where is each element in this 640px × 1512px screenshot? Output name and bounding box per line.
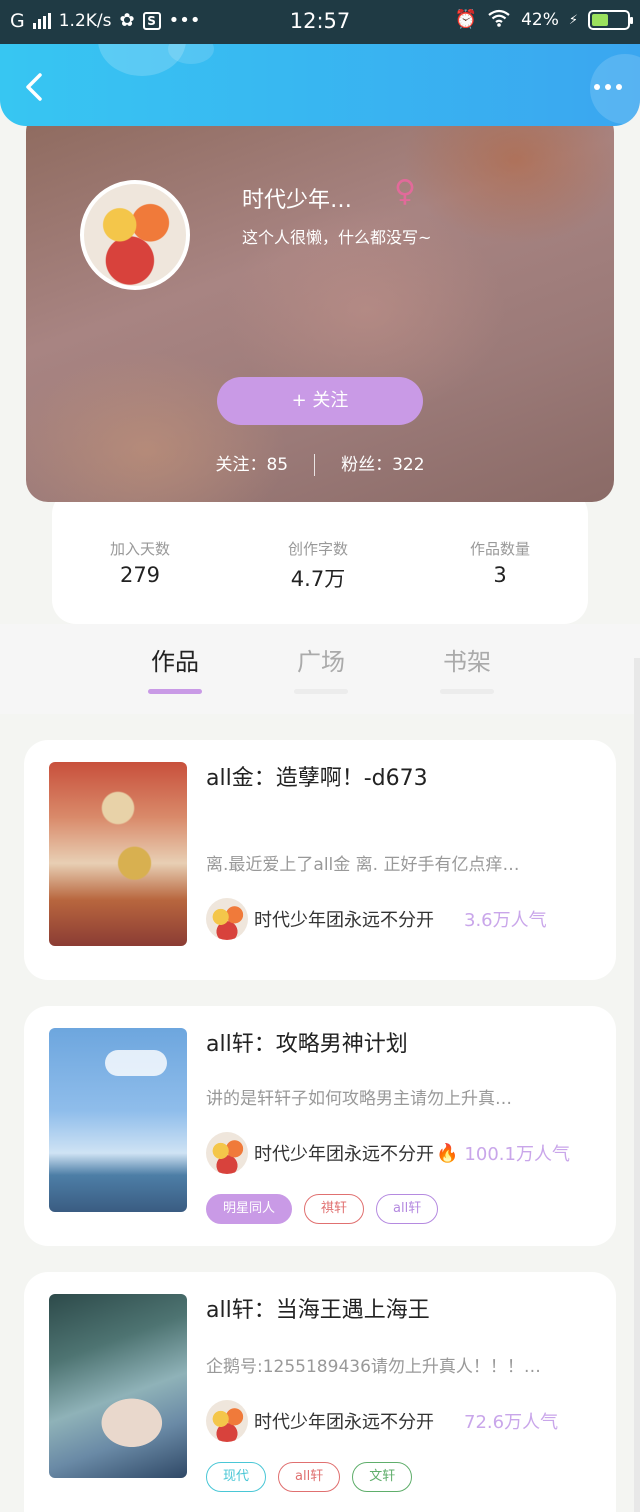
fans-label: 粉丝： [341, 455, 393, 475]
work-card[interactable]: all金：造孽啊！-d673 离.最近爱上了all金 离. 正好手有亿点痒… 时… [24, 740, 616, 980]
author-name: 时代少年团永远不分开 [254, 1412, 434, 1433]
stat-label: 加入天数 [109, 540, 170, 558]
work-description: 离.最近爱上了all金 离. 正好手有亿点痒… [206, 855, 520, 875]
tag[interactable]: all轩 [278, 1462, 341, 1492]
tab-indicator [148, 689, 202, 694]
stat-label: 作品数量 [469, 540, 530, 558]
author-name: 时代少年团永远不分开 [254, 910, 434, 931]
tag[interactable]: 现代 [206, 1462, 267, 1492]
charging-icon: ⚡ [568, 12, 578, 28]
bio-text: 这个人很懒，什么都没写~ [242, 228, 432, 247]
stat-word-count: 创作字数 4.7万 [258, 538, 378, 593]
battery-percent: 42% [521, 10, 559, 30]
popularity: 72.6万人气 [464, 1412, 559, 1433]
work-cover-image[interactable] [49, 762, 187, 946]
work-description: 企鹅号:1255189436请勿上升真人！！！… [206, 1357, 541, 1377]
following-label: 关注： [215, 455, 267, 475]
stat-label: 创作字数 [287, 540, 348, 558]
tab-works[interactable]: 作品 [140, 642, 210, 694]
author-row: 时代少年团永远不分开 72.6万人气 [206, 1400, 558, 1442]
divider [314, 454, 316, 476]
work-cover-image[interactable] [49, 1294, 187, 1478]
chevron-left-icon [26, 73, 42, 101]
tab-indicator [440, 689, 494, 694]
stats-card: 加入天数 279 创作字数 4.7万 作品数量 3 [52, 490, 588, 624]
more-button[interactable] [594, 84, 622, 90]
status-bar: G 1.2K/s ✿ S ••• 12:57 ⏰ 42% ⚡ [0, 0, 640, 44]
tab-label: 书架 [443, 648, 491, 676]
popularity: 3.6万人气 [464, 910, 547, 931]
work-title: all轩：当海王遇上海王 [206, 1298, 430, 1323]
follow-stats: 关注：85 粉丝：322 [26, 450, 614, 476]
female-gender-icon: ♀ [394, 174, 416, 209]
tab-label: 广场 [297, 648, 345, 676]
author-avatar[interactable] [206, 1400, 248, 1442]
tab-indicator [294, 689, 348, 694]
following-count: 85 [266, 455, 289, 475]
stat-works-count: 作品数量 3 [440, 538, 560, 587]
work-card[interactable]: all轩：当海王遇上海王 企鹅号:1255189436请勿上升真人！！！… 时代… [24, 1272, 616, 1512]
tag[interactable]: all轩 [376, 1194, 439, 1224]
tag-list: 明星同人 祺轩 all轩 [206, 1194, 439, 1224]
popularity: 100.1万人气 [464, 1144, 570, 1165]
tab-bar: 作品 广场 书架 [0, 624, 640, 714]
more-dots-icon [594, 84, 600, 90]
nickname: 时代少年… [242, 188, 353, 213]
fans-count: 322 [392, 455, 425, 475]
avatar[interactable] [80, 180, 190, 290]
tab-plaza[interactable]: 广场 [286, 642, 356, 694]
tag[interactable]: 文轩 [352, 1462, 413, 1492]
tag[interactable]: 明星同人 [206, 1194, 293, 1224]
battery-icon [588, 10, 633, 30]
tag[interactable]: 祺轩 [304, 1194, 365, 1224]
follow-button[interactable]: + 关注 [217, 377, 423, 425]
profile-card: 时代少年… ♀ 这个人很懒，什么都没写~ + 关注 关注：85 粉丝：322 [26, 110, 614, 502]
work-title: all金：造孽啊！-d673 [206, 766, 428, 791]
stat-join-days: 加入天数 279 [80, 538, 200, 587]
following-stat[interactable]: 关注：85 [215, 455, 288, 475]
back-button[interactable] [22, 72, 48, 102]
work-title: all轩：攻略男神计划 [206, 1032, 408, 1057]
work-cover-image[interactable] [49, 1028, 187, 1212]
tab-bookshelf[interactable]: 书架 [432, 642, 502, 694]
fire-icon: 🔥 [436, 1142, 459, 1164]
work-card[interactable]: all轩：攻略男神计划 讲的是轩轩子如何攻略男主请勿上升真… 时代少年团永远不分… [24, 1006, 616, 1246]
tab-label: 作品 [151, 648, 199, 676]
scrollbar[interactable] [634, 658, 640, 1512]
stat-value: 279 [119, 563, 161, 587]
author-avatar[interactable] [206, 898, 248, 940]
author-row: 时代少年团永远不分开 🔥 100.1万人气 [206, 1132, 570, 1174]
author-row: 时代少年团永远不分开 3.6万人气 [206, 898, 547, 940]
fans-stat[interactable]: 粉丝：322 [341, 455, 424, 475]
wifi-icon [487, 9, 511, 31]
header-bar [0, 44, 640, 126]
author-avatar[interactable] [206, 1132, 248, 1174]
author-name: 时代少年团永远不分开 [254, 1144, 434, 1165]
alarm-icon: ⏰ [454, 9, 478, 30]
status-right: ⏰ 42% ⚡ [454, 9, 633, 31]
stat-value: 4.7万 [290, 567, 346, 591]
work-description: 讲的是轩轩子如何攻略男主请勿上升真… [206, 1089, 512, 1109]
stat-value: 3 [493, 563, 507, 587]
tag-list: 现代 all轩 文轩 [206, 1462, 413, 1492]
